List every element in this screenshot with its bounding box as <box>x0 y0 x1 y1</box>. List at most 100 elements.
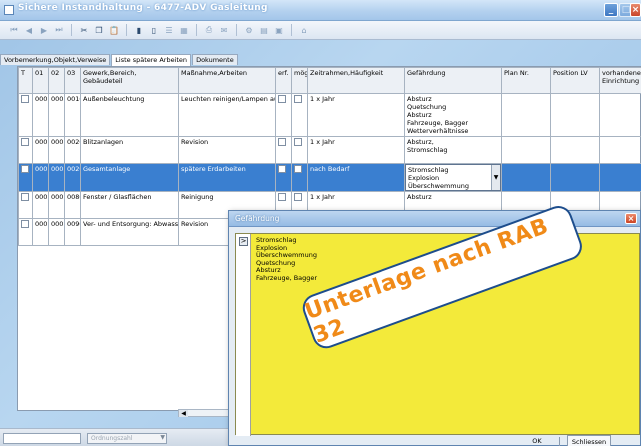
header-gefaehrdung[interactable]: Gefährdung <box>404 67 502 94</box>
cell-plan-nr[interactable] <box>501 163 551 192</box>
header-moeglich[interactable]: mög. <box>291 67 308 94</box>
list-item[interactable]: Fahrzeuge, Bagger <box>256 274 317 283</box>
row-select-checkbox[interactable] <box>21 165 29 173</box>
gefaehrdung-combobox[interactable]: Stromschlag Explosion Überschwemmung ▼ <box>405 164 501 191</box>
previous-record-icon[interactable]: ◀ <box>23 24 35 36</box>
cell-massnahme[interactable]: Revision <box>178 136 276 164</box>
header-zeitrahmen[interactable]: Zeitrahmen,Häufigkeit <box>307 67 405 94</box>
erforderlich-checkbox[interactable] <box>278 138 286 146</box>
cell-plan-nr[interactable] <box>501 93 551 137</box>
cell-03[interactable]: 0010 <box>64 93 81 137</box>
cell-01[interactable]: 000 <box>32 136 49 164</box>
gefaehrdung-list[interactable]: Stromschlag Explosion Überschwemmung Que… <box>256 236 317 283</box>
row-select-checkbox[interactable] <box>21 138 29 146</box>
cell-03[interactable]: 0020 <box>64 136 81 164</box>
image-icon[interactable]: ▣ <box>273 24 285 36</box>
erforderlich-checkbox[interactable] <box>278 165 286 173</box>
cell-plan-nr[interactable] <box>501 136 551 164</box>
cell-01[interactable]: 000 <box>32 163 49 192</box>
next-record-icon[interactable]: ▶ <box>38 24 50 36</box>
row-select-checkbox[interactable] <box>21 95 29 103</box>
moeglich-checkbox[interactable] <box>294 165 302 173</box>
cell-massnahme[interactable]: Leuchten reinigen/Lampen au <box>178 93 276 137</box>
header-erforderlich[interactable]: erf. <box>275 67 292 94</box>
cell-02[interactable]: 000 <box>48 218 65 246</box>
tab-vorbemerkung[interactable]: Vorbemerkung,Objekt,Verweise <box>0 54 111 65</box>
header-massnahme[interactable]: Maßnahme,Arbeiten <box>178 67 276 94</box>
moeglich-checkbox[interactable] <box>294 193 302 201</box>
tab-dokumente[interactable]: Dokumente <box>192 54 238 65</box>
cut-icon[interactable]: ✂ <box>78 24 90 36</box>
header-02[interactable]: 02 <box>48 67 65 94</box>
cell-02[interactable]: 000 <box>48 93 65 137</box>
mail-icon[interactable]: ✉ <box>218 24 230 36</box>
filter-icon[interactable]: ☰ <box>163 24 175 36</box>
chart-icon[interactable]: ▤ <box>258 24 270 36</box>
header-01[interactable]: 01 <box>32 67 49 94</box>
cell-02[interactable]: 000 <box>48 191 65 219</box>
header-03[interactable]: 03 <box>64 67 81 94</box>
header-t[interactable]: T <box>18 67 33 94</box>
header-position-lv[interactable]: Position LV <box>550 67 600 94</box>
copy-icon[interactable]: ❐ <box>93 24 105 36</box>
cell-gewerk[interactable]: Blitzanlagen <box>80 136 179 164</box>
cell-gefaehrdung[interactable]: Absturz, Stromschlag <box>404 136 502 164</box>
cell-gewerk[interactable]: Außenbeleuchtung <box>80 93 179 137</box>
print-icon[interactable]: ⎙ <box>203 24 215 36</box>
table-row[interactable]: 000 000 0010 Außenbeleuchtung Leuchten r… <box>18 93 641 137</box>
cell-zeitrahmen[interactable]: 1 x Jahr <box>307 136 405 164</box>
settings-icon[interactable]: ⚙ <box>243 24 255 36</box>
erforderlich-checkbox[interactable] <box>278 193 286 201</box>
cell-gewerk[interactable]: Gesamtanlage <box>80 163 179 192</box>
cell-position-lv[interactable] <box>550 163 600 192</box>
minimize-button[interactable]: _ <box>604 3 618 17</box>
cell-einrichtung[interactable] <box>599 163 641 192</box>
delete-icon[interactable]: ▮ <box>133 24 145 36</box>
close-button[interactable]: Schliessen <box>567 435 611 446</box>
ok-button[interactable]: OK <box>529 435 545 446</box>
record-marker-column: > <box>236 234 251 436</box>
first-record-icon[interactable]: ⏮ <box>8 24 20 36</box>
cell-01[interactable]: 000 <box>32 93 49 137</box>
scroll-left-icon[interactable]: ◀ <box>179 410 188 417</box>
tab-liste-spaetere-arbeiten[interactable]: Liste spätere Arbeiten <box>111 54 192 66</box>
moeglich-checkbox[interactable] <box>294 138 302 146</box>
cell-massnahme[interactable]: spätere Erdarbeiten <box>178 163 276 192</box>
header-vorhandene-einrichtung[interactable]: vorhandene Einrichtung <box>599 67 641 94</box>
cell-einrichtung[interactable] <box>599 93 641 137</box>
cell-03[interactable]: 0020 <box>64 163 81 192</box>
row-select-checkbox[interactable] <box>21 220 29 228</box>
sort-order-select[interactable]: Ordnungszahl ▼ <box>87 433 167 444</box>
sort-icon[interactable]: ▦ <box>178 24 190 36</box>
cell-gewerk[interactable]: Ver- und Entsorgung: Abwasse <box>80 218 179 246</box>
cell-gefaehrdung[interactable]: Absturz Quetschung Absturz Fahrzeuge, Ba… <box>404 93 502 137</box>
header-gewerk[interactable]: Gewerk,Bereich, Gebäudeteil <box>80 67 179 94</box>
cell-01[interactable]: 000 <box>32 191 49 219</box>
paste-icon[interactable]: 📋 <box>108 24 120 36</box>
cell-03[interactable]: 0090 <box>64 218 81 246</box>
last-record-icon[interactable]: ⏭ <box>53 24 65 36</box>
table-row[interactable]: 000 000 0020 Blitzanlagen Revision 1 x J… <box>18 136 641 164</box>
cell-zeitrahmen[interactable]: 1 x Jahr <box>307 93 405 137</box>
window-close-button[interactable]: × <box>630 3 641 17</box>
cell-gewerk[interactable]: Fenster / Glasflächen <box>80 191 179 219</box>
row-select-checkbox[interactable] <box>21 193 29 201</box>
dropdown-arrow-icon[interactable]: ▼ <box>491 165 500 190</box>
erforderlich-checkbox[interactable] <box>278 95 286 103</box>
dialog-close-icon[interactable]: × <box>625 213 637 224</box>
cell-zeitrahmen[interactable]: nach Bedarf <box>307 163 405 192</box>
cell-03[interactable]: 0080 <box>64 191 81 219</box>
moeglich-checkbox[interactable] <box>294 95 302 103</box>
header-plan-nr[interactable]: Plan Nr. <box>501 67 551 94</box>
table-row-selected[interactable]: 000 000 0020 Gesamtanlage spätere Erdarb… <box>18 163 641 192</box>
cell-02[interactable]: 000 <box>48 136 65 164</box>
exit-icon[interactable]: ⌂ <box>298 24 310 36</box>
cell-01[interactable]: 000 <box>32 218 49 246</box>
cell-position-lv[interactable] <box>550 93 600 137</box>
chevron-down-icon[interactable]: ▼ <box>160 434 165 441</box>
cell-position-lv[interactable] <box>550 136 600 164</box>
cell-02[interactable]: 000 <box>48 163 65 192</box>
new-record-icon[interactable]: ▯ <box>148 24 160 36</box>
cell-einrichtung[interactable] <box>599 136 641 164</box>
record-field[interactable] <box>3 433 81 444</box>
